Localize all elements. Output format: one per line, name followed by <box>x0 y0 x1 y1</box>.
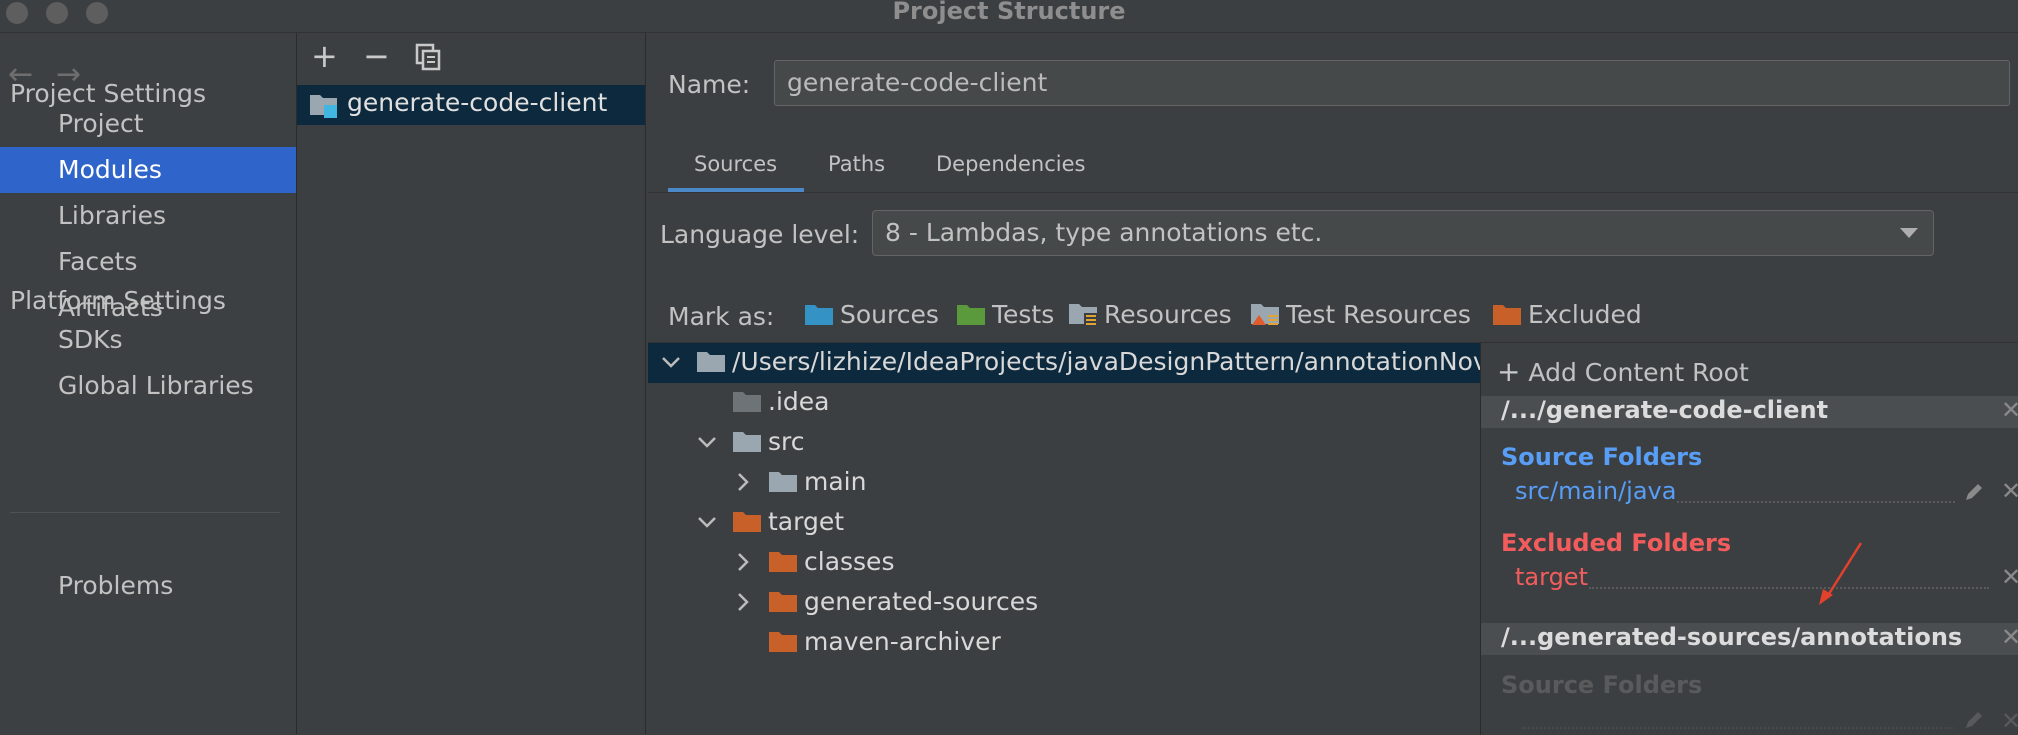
excluded-folder-icon <box>1493 305 1521 325</box>
mark-sources-label: Sources <box>840 299 939 329</box>
tree-row-src[interactable]: src <box>648 423 1480 463</box>
tree-label-main: main <box>804 467 867 496</box>
tree-row-root[interactable]: /Users/lizhize/IdeaProjects/javaDesignPa… <box>648 343 1488 383</box>
sidebar-item-modules[interactable]: Modules <box>0 147 296 193</box>
dotted-leader <box>1589 587 1989 589</box>
tree-label-generated-sources: generated-sources <box>804 587 1039 616</box>
tab-dependencies[interactable]: Dependencies <box>936 152 1085 176</box>
content-root-header: /.../generate-code-client ✕ <box>1481 396 2018 428</box>
add-icon[interactable]: + <box>311 37 338 75</box>
tree-label-idea: .idea <box>768 387 830 416</box>
tree-row-main[interactable]: main <box>648 463 1480 503</box>
content-roots-panel: + Add Content Root /.../generate-code-cl… <box>1480 342 2018 735</box>
chevron-down-icon[interactable] <box>1900 228 1918 238</box>
tree-root-label: /Users/lizhize/IdeaProjects/javaDesignPa… <box>732 347 1488 376</box>
tree-label-src: src <box>768 427 805 456</box>
sidebar-item-problems[interactable]: Problems <box>0 563 296 609</box>
mark-test-resources-label: Test Resources <box>1286 299 1471 329</box>
folder-icon <box>733 432 761 452</box>
tabs-divider <box>648 192 2018 193</box>
dotted-leader <box>1677 501 1955 503</box>
language-level-select[interactable]: 8 - Lambdas, type annotations etc. <box>872 210 1934 256</box>
module-name: generate-code-client <box>347 88 608 117</box>
remove-source-folder-icon[interactable]: ✕ <box>2001 707 2018 735</box>
module-list-item[interactable]: generate-code-client <box>297 85 645 125</box>
folder-icon <box>769 472 797 492</box>
tests-folder-icon <box>957 305 985 325</box>
sidebar-item-libraries[interactable]: Libraries <box>0 193 296 239</box>
remove-root-icon[interactable]: ✕ <box>2001 396 2018 424</box>
chevron-right-icon[interactable] <box>732 551 754 573</box>
add-content-root-button[interactable]: + Add Content Root <box>1497 355 1749 388</box>
mark-sources-button[interactable]: Sources <box>804 298 939 330</box>
remove-icon[interactable]: − <box>363 37 390 75</box>
mark-excluded-label: Excluded <box>1528 299 1642 329</box>
name-label: Name: <box>668 70 751 99</box>
excluded-folder-icon <box>769 592 797 612</box>
mark-tests-label: Tests <box>992 299 1055 329</box>
remove-excluded-folder-icon[interactable]: ✕ <box>2001 563 2018 591</box>
excluded-folders-heading: Excluded Folders <box>1501 529 1732 557</box>
excluded-folder-icon <box>733 512 761 532</box>
mark-excluded-button[interactable]: Excluded <box>1492 298 1642 330</box>
content-root-header: /...generated-sources/annotations ✕ <box>1481 623 2018 655</box>
language-level-label: Language level: <box>660 220 860 249</box>
window-title: Project Structure <box>892 0 1126 25</box>
tree-label-target: target <box>768 507 845 536</box>
edit-icon[interactable] <box>1963 481 1985 503</box>
source-folders-heading: Source Folders <box>1501 671 1703 699</box>
platform-settings-heading: Platform Settings <box>10 286 226 315</box>
add-content-root-label: Add Content Root <box>1528 358 1749 387</box>
plus-icon: + <box>1497 355 1521 388</box>
module-list-panel: + − generate-code-client <box>297 33 646 734</box>
chevron-right-icon[interactable] <box>732 591 754 613</box>
sidebar-item-facets[interactable]: Facets <box>0 239 296 285</box>
module-name-input[interactable]: generate-code-client <box>774 60 2010 106</box>
tab-paths[interactable]: Paths <box>828 152 885 176</box>
sidebar-item-project[interactable]: Project <box>0 101 296 147</box>
tree-row-target[interactable]: target <box>648 503 1480 543</box>
tree-row-generated-sources[interactable]: generated-sources <box>648 583 1480 623</box>
remove-root-icon[interactable]: ✕ <box>2001 623 2018 651</box>
mark-resources-label: Resources <box>1104 299 1232 329</box>
test-resources-folder-icon <box>1251 304 1279 325</box>
tree-label-maven-archiver: maven-archiver <box>804 627 1001 656</box>
excluded-folder-path: target <box>1515 563 1588 591</box>
mark-resources-button[interactable]: Resources <box>1068 298 1232 330</box>
title-bar: Project Structure <box>0 0 2018 33</box>
folder-icon <box>733 392 761 412</box>
edit-icon[interactable] <box>1963 709 1985 731</box>
mark-as-label: Mark as: <box>668 302 775 331</box>
excluded-folder-icon <box>769 632 797 652</box>
content-root-path: /...generated-sources/annotations <box>1501 623 1963 651</box>
tree-label-classes: classes <box>804 547 895 576</box>
tree-row-classes[interactable]: classes <box>648 543 1480 583</box>
sidebar-divider <box>10 512 280 513</box>
mark-test-resources-button[interactable]: Test Resources <box>1250 298 1471 330</box>
chevron-down-icon[interactable] <box>696 431 718 453</box>
annotation-arrow <box>1811 539 1871 609</box>
excluded-folder-icon <box>769 552 797 572</box>
tab-sources[interactable]: Sources <box>694 152 777 176</box>
chevron-down-icon[interactable] <box>660 351 682 373</box>
content-tree: /Users/lizhize/IdeaProjects/javaDesignPa… <box>648 342 1488 735</box>
chevron-down-icon[interactable] <box>696 511 718 533</box>
tree-row-maven-archiver[interactable]: maven-archiver <box>648 623 1480 663</box>
content-root-path: /.../generate-code-client <box>1501 396 1829 424</box>
dotted-leader <box>1521 727 1953 729</box>
source-folders-heading: Source Folders <box>1501 443 1703 471</box>
tree-row-idea[interactable]: .idea <box>648 383 1480 423</box>
settings-sidebar: ← → Project Settings Project Modules Lib… <box>0 33 297 734</box>
resources-folder-icon <box>1069 304 1097 326</box>
folder-icon <box>697 352 725 372</box>
sidebar-item-sdks[interactable]: SDKs <box>0 317 296 363</box>
sidebar-item-global-libraries[interactable]: Global Libraries <box>0 363 296 409</box>
copy-icon[interactable] <box>415 43 441 71</box>
sources-folder-icon <box>805 305 833 325</box>
module-folder-icon <box>309 91 339 119</box>
chevron-right-icon[interactable] <box>732 471 754 493</box>
mark-tests-button[interactable]: Tests <box>956 298 1054 330</box>
remove-source-folder-icon[interactable]: ✕ <box>2001 477 2018 505</box>
source-folder-path: src/main/java <box>1515 477 1677 505</box>
